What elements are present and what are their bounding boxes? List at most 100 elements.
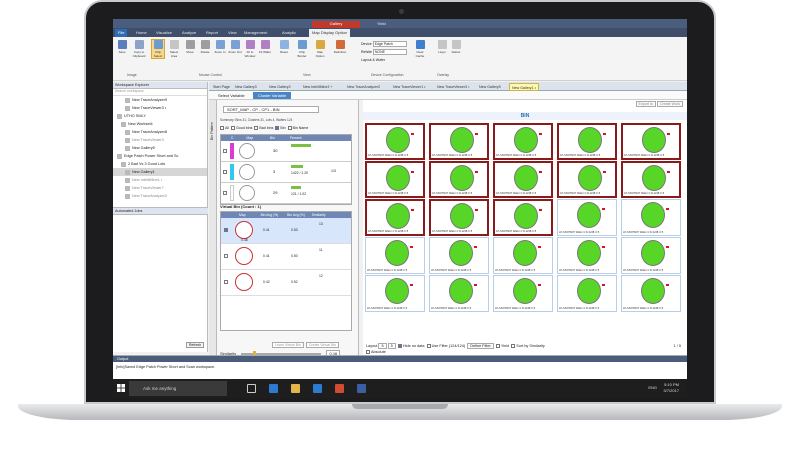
tree-item[interactable]: Edge Patch Power Short and Sc (113, 152, 207, 160)
windows-start-icon[interactable] (117, 384, 125, 392)
fit-wafer-button[interactable]: Fit Wafer (258, 40, 272, 54)
tree-item[interactable]: New TraceViewer3 (113, 136, 207, 144)
zoom-in-button[interactable]: Zoom In (213, 40, 227, 54)
tree-item[interactable]: UTHO SMLY (113, 112, 207, 120)
wafer-thumbnail[interactable]: LP-SX678237 Wafer:1 Si:1248 C:5 (429, 275, 489, 312)
define-filter-button[interactable]: Define Filter (467, 343, 494, 349)
row-checkbox[interactable] (223, 191, 227, 195)
map-option-button[interactable]: Map Option (313, 40, 327, 58)
doc-tab[interactable]: New Gallery2 (267, 83, 293, 91)
wafer-thumbnail[interactable]: LP-SX678237 Wafer:1 Si:1248 C:5 (493, 161, 553, 198)
bin-name-radio[interactable] (287, 126, 292, 131)
refsite-select[interactable]: NONE (372, 49, 407, 56)
cluster-variable-step[interactable]: Cluster Variable (253, 92, 292, 99)
create-virtual-bin-button[interactable]: Create Virtual Bin (305, 342, 340, 348)
wafer-thumbnail[interactable]: LP-SX678237 Wafer:1 Si:1248 C:5 (365, 237, 425, 274)
wafer-thumbnail[interactable]: LP-SX678237 Wafer:1 Si:1248 C:5 (429, 237, 489, 274)
tab-report[interactable]: Report (203, 29, 221, 37)
virtual-row[interactable]: 0.41 0.50 11 (221, 244, 351, 270)
tab-management[interactable]: Management (241, 29, 270, 37)
wafer-thumbnail[interactable]: LP-SX678237 Wafer:1 Si:1248 C:5 (557, 161, 617, 198)
chip-border-button[interactable]: Chip Border (295, 40, 309, 58)
pager[interactable]: 1 / 5 (674, 343, 681, 349)
app-icon[interactable] (335, 384, 344, 393)
tab-map-display-option[interactable]: Map Display Option (309, 29, 350, 37)
learn-virtual-bin-button[interactable]: Learn Virtual Bin (272, 342, 304, 348)
layout-rows-input[interactable]: 5 (387, 343, 396, 349)
doc-tab[interactable]: New TraceAnalyzer2 (345, 83, 382, 91)
wafer-thumbnail[interactable]: LP-SX678237 Wafer:1 Si:1248 C:5 (557, 123, 617, 160)
tree-item[interactable]: New TraceViewer7 (113, 184, 207, 192)
doc-tab[interactable]: New Gallery5 (477, 83, 503, 91)
bin-pattern-sidebar[interactable]: Bin Pattern (209, 100, 217, 355)
wafer-thumbnail[interactable]: LP-SX678237 Wafer:1 Si:1248 C:5 (621, 275, 681, 312)
bad-bins-checkbox[interactable] (254, 126, 259, 131)
defect-button[interactable]: Defect (449, 40, 463, 54)
use-filter-checkbox[interactable] (426, 344, 431, 348)
layout-cols-input[interactable]: 5 (378, 343, 387, 349)
absolute-checkbox[interactable] (366, 350, 370, 354)
clock[interactable]: 5:10 PM 3/7/2017 (663, 382, 679, 394)
bin-row[interactable]: 29 121 / 1.02 (221, 183, 351, 204)
wafer-thumbnail[interactable]: LP-SX678237 Wafer:1 Si:1248 C:5 (493, 275, 553, 312)
fit-window-button[interactable]: Fit to Window (243, 40, 257, 58)
tab-analytic[interactable]: Analytic (279, 29, 299, 37)
doc-tab[interactable]: New IntelliMine3 + (301, 83, 334, 91)
good-bins-checkbox[interactable] (231, 126, 235, 131)
tab-analyze[interactable]: Analyze (179, 29, 199, 37)
create-work-button[interactable]: Create Work (656, 101, 683, 107)
wafer-thumbnail[interactable]: LP-SX678237 Wafer:1 Si:1248 C:5 (557, 275, 617, 312)
doc-tab[interactable]: Start Page (211, 83, 232, 91)
row-checkbox[interactable] (224, 254, 228, 258)
save-button[interactable]: Save (115, 40, 129, 54)
sort-map-select[interactable]: SORT_MAP - CP - CP1 - BIN (223, 106, 319, 113)
workspace-search-input[interactable]: Search workspace (113, 89, 207, 96)
virtual-row[interactable]: 0.41 0.53 13 0.48 (221, 218, 351, 244)
virtual-row[interactable]: 0.42 0.52 12 (221, 270, 351, 296)
row-checkbox[interactable] (223, 170, 227, 174)
reset-button[interactable]: Reset (277, 40, 291, 54)
tree-item[interactable]: New Workset4 (113, 120, 207, 128)
wafer-thumbnail[interactable]: LP-SX678237 Wafer:1 Si:1248 C:5 (365, 123, 425, 160)
wafer-thumbnail[interactable]: LP-SX678237 Wafer:1 Si:1248 C:5 (365, 199, 425, 236)
tree-item-selected[interactable]: New Gallery1 (113, 168, 207, 176)
tree-item[interactable]: New Gallery5 (113, 144, 207, 152)
tree-item[interactable]: New TraceAnalyzer9 (113, 96, 207, 104)
doc-tab[interactable]: New TraceViewer1 • (391, 83, 427, 91)
layer-button[interactable]: Layer (435, 40, 449, 54)
refresh-button[interactable]: Refresh (186, 342, 204, 348)
wafer-thumbnail[interactable]: LP-SX678237 Wafer:1 Si:1248 C:5 (493, 237, 553, 274)
wafer-thumbnail[interactable]: LP-SX678237 Wafer:1 Si:1248 C:5 (621, 161, 681, 198)
wafer-thumbnail[interactable]: LP-SX678237 Wafer:1 Si:1248 C:5 (429, 123, 489, 160)
yield-checkbox[interactable] (495, 344, 500, 348)
file-explorer-icon[interactable] (291, 384, 300, 393)
app-icon-2[interactable] (357, 384, 366, 393)
device-select[interactable]: Edge Patch (372, 41, 407, 48)
bin-row[interactable]: 3 1422 / 1.20 1/3 (221, 162, 351, 183)
rotate-button[interactable]: Rotate (198, 40, 212, 54)
wafer-thumbnail[interactable]: LP-SX678237 Wafer:1 Si:1248 C:5 (429, 161, 489, 198)
clear-cache-button[interactable]: Clear Cache (413, 40, 427, 58)
tree-item[interactable]: New TraceAnalyzer2 (113, 192, 207, 200)
row-checkbox[interactable] (223, 149, 227, 153)
wafer-thumbnail[interactable]: LP-SX678237 Wafer:1 Si:1248 C:5 (557, 237, 617, 274)
tab-visualize[interactable]: Visualize (153, 29, 175, 37)
wafer-thumbnail[interactable]: LP-SX678237 Wafer:1 Si:1248 C:5 (365, 161, 425, 198)
copy-button[interactable]: Copy to Clipboard (130, 40, 148, 58)
store-icon[interactable] (313, 384, 322, 393)
zoom-out-button[interactable]: Zoom Out (228, 40, 242, 54)
tree-item[interactable]: 2 Bad Vs 3 Good Lots (113, 160, 207, 168)
doc-tab-active[interactable]: New Gallery1 • (509, 83, 539, 91)
wafer-thumbnail[interactable]: LP-SX678237 Wafer:1 Si:1248 C:5 (621, 237, 681, 274)
bin-row[interactable]: 30 (221, 141, 351, 162)
wafer-thumbnail[interactable]: LP-SX678237 Wafer:1 Si:1248 C:5 (621, 123, 681, 160)
tab-view[interactable]: View (225, 29, 240, 37)
wafer-thumbnail[interactable]: LP-SX678237 Wafer:1 Si:1248 C:5 (429, 199, 489, 236)
all-checkbox[interactable] (220, 126, 224, 131)
tab-file[interactable]: File (115, 29, 128, 37)
cortana-search-input[interactable]: Ask me anything (129, 381, 227, 396)
language-indicator[interactable]: ENG (648, 385, 657, 390)
task-view-icon[interactable] (247, 384, 256, 393)
edge-icon[interactable] (269, 384, 278, 393)
wafer-thumbnail[interactable]: LP-SX678237 Wafer:1 Si:1248 C:5 (621, 199, 681, 236)
